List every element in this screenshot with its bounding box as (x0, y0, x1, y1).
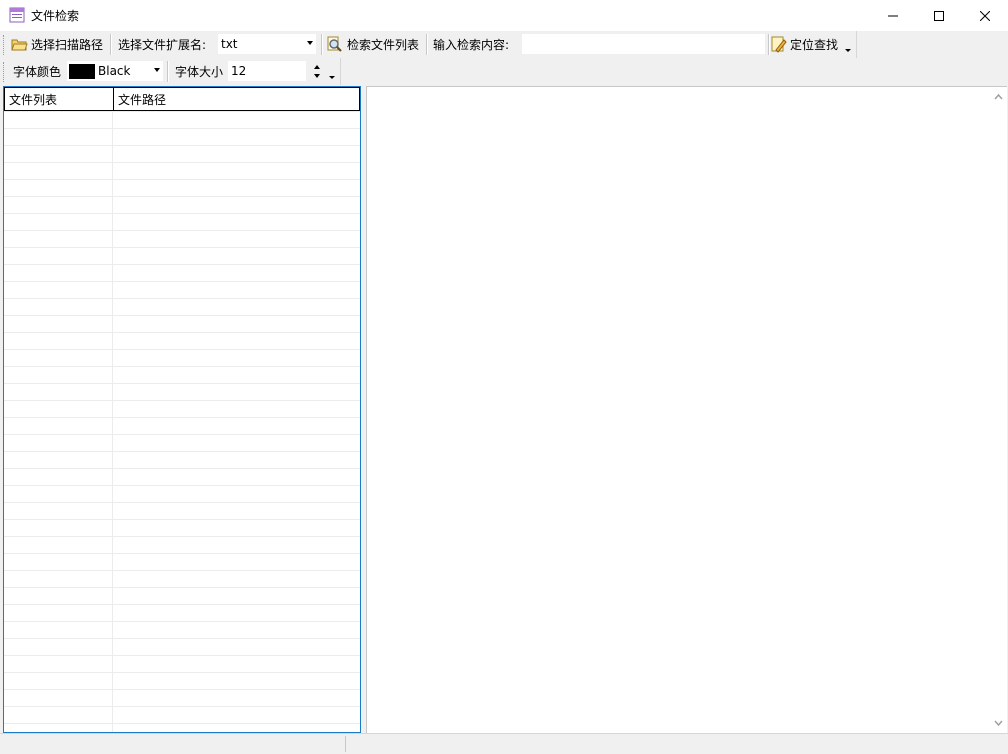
font-color-label: 字体颜色 (13, 65, 62, 79)
column-header-file-path[interactable]: 文件路径 (114, 88, 359, 110)
toolbar-separator (167, 61, 169, 82)
scroll-down-icon[interactable] (990, 714, 1007, 731)
font-color-value: Black (98, 64, 131, 78)
extension-value: txt (221, 37, 238, 51)
folder-icon (11, 39, 28, 51)
vertical-scrollbar[interactable] (990, 87, 1007, 733)
status-segment (0, 736, 346, 752)
content-text-area[interactable] (366, 86, 1007, 733)
dropdown-arrow-icon (154, 68, 160, 72)
select-scan-path-button[interactable]: 选择扫描路径 (11, 31, 103, 58)
toolbar-separator (321, 34, 323, 55)
status-bar (0, 733, 1008, 754)
locate-find-label: 定位查找 (790, 38, 839, 52)
search-file-list-label: 检索文件列表 (347, 38, 420, 52)
font-size-label: 字体大小 (175, 65, 224, 79)
up-down-arrows-icon (314, 65, 320, 78)
extension-combo[interactable]: txt (218, 34, 316, 54)
select-scan-path-label: 选择扫描路径 (31, 38, 104, 52)
maximize-icon (934, 10, 944, 21)
scroll-up-icon[interactable] (990, 89, 1007, 106)
search-content-label: 输入检索内容: (433, 38, 510, 52)
close-icon (980, 10, 990, 21)
window-title: 文件检索 (31, 9, 80, 23)
font-color-combo[interactable]: Black (67, 61, 163, 81)
locate-find-icon (771, 36, 787, 53)
locate-find-button[interactable]: 定位查找 (771, 31, 838, 58)
status-segment (346, 736, 1006, 752)
toolbar-separator (768, 34, 770, 55)
main-toolbar: 选择扫描路径 选择文件扩展名: txt 检索文件列表 输入检索内容: 定位查找 (0, 31, 857, 58)
font-size-input[interactable]: 12 (228, 61, 306, 81)
search-file-list-button[interactable]: 检索文件列表 (326, 31, 419, 58)
color-swatch (69, 63, 95, 79)
toolbar-separator (426, 34, 428, 55)
list-header: 文件列表 文件路径 (4, 87, 360, 111)
minimize-icon (888, 15, 898, 16)
font-size-value: 12 (231, 64, 247, 78)
column-header-file-list[interactable]: 文件列表 (5, 88, 114, 110)
search-content-input[interactable] (522, 34, 765, 54)
toolbar-overflow-icon[interactable] (329, 76, 335, 79)
toolbar-grip[interactable] (3, 62, 7, 82)
title-bar: 文件检索 (0, 0, 1008, 31)
dropdown-arrow-icon (307, 41, 313, 45)
app-window-icon (9, 7, 25, 23)
list-grid-rows (4, 111, 360, 732)
toolbar-overflow-icon[interactable] (845, 49, 851, 52)
toolbar-separator (110, 34, 112, 55)
file-list-view[interactable]: 文件列表 文件路径 (3, 86, 361, 733)
format-toolbar: 字体颜色 Black 字体大小 12 (0, 58, 341, 85)
toolbar-grip[interactable] (3, 35, 7, 55)
column-divider (112, 111, 113, 732)
maximize-button[interactable] (916, 0, 962, 31)
minimize-button[interactable] (870, 0, 916, 31)
font-size-stepper[interactable] (310, 61, 324, 82)
close-button[interactable] (962, 0, 1008, 31)
extension-label: 选择文件扩展名: (118, 38, 207, 52)
magnifier-document-icon (327, 36, 342, 52)
